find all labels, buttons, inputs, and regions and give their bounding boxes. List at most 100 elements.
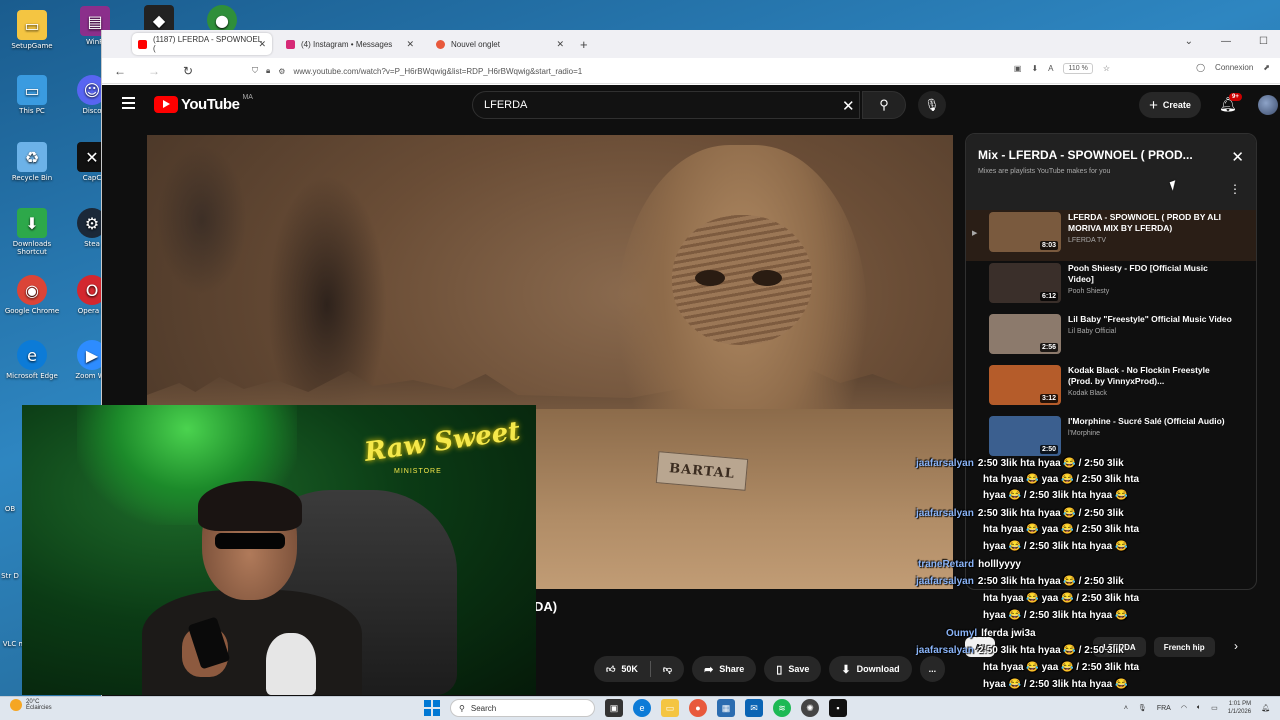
neon-sign-subtitle: MINISTORE bbox=[394, 468, 442, 475]
menu-icon[interactable] bbox=[122, 97, 135, 112]
webcam-person-body bbox=[142, 590, 362, 695]
more-actions-button[interactable]: ... bbox=[919, 656, 946, 682]
firefox-favicon-icon bbox=[436, 39, 445, 49]
desktop-icon-recycle-bin[interactable]: ♻ Recycle Bin bbox=[0, 142, 64, 182]
close-icon[interactable]: ✕ bbox=[1231, 148, 1244, 166]
notifications-icon[interactable]: 🔔︎ bbox=[1261, 704, 1270, 712]
download-icon: ⬇ bbox=[841, 663, 851, 676]
edge-icon[interactable]: e bbox=[633, 699, 651, 717]
chevron-right-icon[interactable]: › bbox=[1234, 639, 1238, 653]
plus-icon: + bbox=[1149, 96, 1158, 114]
clock[interactable]: 1:01 PM 1/1/2026 bbox=[1228, 700, 1251, 716]
video-sand-mask bbox=[672, 215, 812, 345]
picture-in-picture-icon[interactable]: ▣ bbox=[1014, 64, 1022, 73]
video-actions: 👍︎ 50K 👎︎ ➦ Share ▯ Save ⬇ Download ... bbox=[594, 656, 946, 682]
tab-youtube[interactable]: (1187) LFERDA - SPOWNOEL ( ✕ bbox=[132, 33, 272, 55]
monitor-icon: ▭ bbox=[17, 75, 47, 105]
neon-sign: Raw Sweet bbox=[362, 416, 523, 468]
firefox-icon[interactable]: ● bbox=[689, 699, 707, 717]
video-thumbnail: 2:56 bbox=[989, 314, 1061, 354]
desktop-icon-this-pc[interactable]: ▭ This PC bbox=[0, 75, 64, 115]
microphone-icon[interactable]: 🎙︎ bbox=[1138, 704, 1147, 712]
dislike-button[interactable]: 👎︎ bbox=[651, 656, 684, 682]
maximize-icon[interactable]: ☐ bbox=[1259, 36, 1268, 47]
close-tab-icon[interactable]: ✕ bbox=[556, 39, 564, 50]
search-input[interactable]: LFERDA bbox=[472, 91, 860, 119]
webcam-person-hair bbox=[198, 481, 302, 531]
extensions-icon[interactable]: ⬈ bbox=[1263, 63, 1270, 72]
file-explorer-icon[interactable]: ▭ bbox=[661, 699, 679, 717]
reload-icon[interactable]: ↻ bbox=[180, 64, 196, 78]
store-icon[interactable]: ▦ bbox=[717, 699, 735, 717]
create-button[interactable]: + Create bbox=[1139, 92, 1201, 118]
voice-search-button[interactable]: 🎙︎ bbox=[918, 91, 946, 119]
account-area: ◯ Connexion ⬈ bbox=[1196, 63, 1270, 72]
zoom-level[interactable]: 110 % bbox=[1063, 63, 1093, 74]
translate-icon[interactable]: A bbox=[1048, 64, 1053, 73]
chip-all[interactable]: All bbox=[965, 637, 996, 657]
more-vert-icon[interactable]: ⋮ bbox=[1229, 182, 1241, 196]
search-button[interactable]: ⚲ bbox=[862, 91, 906, 119]
tab-instagram[interactable]: (4) Instagram • Messages ✕ bbox=[280, 33, 420, 55]
playlist-item[interactable]: 6:12 Pooh Shiesty - FDO [Official Music … bbox=[966, 261, 1256, 312]
playlist-title[interactable]: Mix - LFERDA - SPOWNOEL ( PROD... bbox=[978, 148, 1244, 162]
playlist-subtitle: Mixes are playlists YouTube makes for yo… bbox=[978, 168, 1111, 175]
forward-icon[interactable]: → bbox=[146, 64, 162, 78]
chip-lferda[interactable]: LFERDA bbox=[1093, 637, 1146, 657]
download-button[interactable]: ⬇ Download bbox=[829, 656, 912, 682]
minimize-icon[interactable]: — bbox=[1221, 36, 1231, 47]
video-title: DA) bbox=[534, 599, 558, 614]
close-tab-icon[interactable]: ✕ bbox=[258, 39, 266, 50]
spotify-icon[interactable]: ≋ bbox=[773, 699, 791, 717]
playlist-item[interactable]: 2:56 Lil Baby "Freestyle" Official Music… bbox=[966, 312, 1256, 363]
desktop-icon-edge[interactable]: e Microsoft Edge bbox=[0, 340, 64, 380]
save-page-icon[interactable]: ⬇ bbox=[1031, 64, 1038, 73]
video-thumbnail: 6:12 bbox=[989, 263, 1061, 303]
close-tab-icon[interactable]: ✕ bbox=[406, 39, 414, 50]
battery-icon[interactable]: ▭ bbox=[1211, 704, 1218, 712]
connexion-button[interactable]: Connexion bbox=[1215, 63, 1253, 72]
back-icon[interactable]: ← bbox=[112, 64, 128, 78]
playlist-item[interactable]: 2:50 l'Morphine - Sucré Salé (Official A… bbox=[966, 414, 1256, 465]
instagram-favicon-icon bbox=[286, 39, 295, 49]
task-view-icon[interactable]: ▣ bbox=[605, 699, 623, 717]
address-bar[interactable]: ⛉ 🔒︎ ⚙ www.youtube.com/watch?v=P_H6rBWqw… bbox=[252, 61, 1100, 81]
weather-widget[interactable]: 20°C Éclaircies bbox=[10, 699, 52, 711]
search-icon: ⚲ bbox=[879, 97, 889, 112]
desktop-icon-chrome[interactable]: ◉ Google Chrome bbox=[0, 275, 64, 315]
playlist-item[interactable]: ▶ 8:03 LFERDA - SPOWNOEL ( PROD BY ALI M… bbox=[966, 210, 1256, 261]
save-button[interactable]: ▯ Save bbox=[764, 656, 822, 682]
desktop-icon-setupgame[interactable]: ▭ SetupGame bbox=[0, 10, 64, 50]
playlist-item-channel: Lil Baby Official bbox=[1068, 328, 1117, 335]
playlist-item-channel: l'Morphine bbox=[1068, 430, 1101, 437]
windows-start-icon[interactable] bbox=[424, 700, 440, 716]
chatgpt-icon[interactable]: ✺ bbox=[801, 699, 819, 717]
chevron-up-icon[interactable]: ˄ bbox=[1124, 705, 1128, 712]
app-icon[interactable]: ▪ bbox=[829, 699, 847, 717]
video-eye bbox=[752, 270, 782, 286]
url-text[interactable]: www.youtube.com/watch?v=P_H6rBWqwig&list… bbox=[293, 67, 582, 76]
taskbar-apps: ⚲ Search ▣ e ▭ ● ▦ ✉ ≋ ✺ ▪ bbox=[424, 699, 847, 717]
list-tabs-icon[interactable]: ⌄ bbox=[1185, 36, 1193, 47]
outlook-icon[interactable]: ✉ bbox=[745, 699, 763, 717]
tab-new[interactable]: Nouvel onglet ✕ bbox=[430, 33, 570, 55]
account-icon: ◯ bbox=[1196, 63, 1206, 72]
youtube-logo[interactable]: YouTube MA bbox=[154, 94, 253, 113]
webcam-overlay: Raw Sweet MINISTORE bbox=[22, 405, 536, 695]
volume-icon[interactable]: 🔈︎ bbox=[1197, 704, 1201, 712]
bookmark-star-icon[interactable]: ☆ bbox=[1103, 64, 1110, 73]
wifi-icon[interactable]: ◠ bbox=[1181, 704, 1187, 712]
like-dislike-group: 👍︎ 50K 👎︎ bbox=[594, 656, 685, 682]
taskbar-search[interactable]: ⚲ Search bbox=[450, 699, 595, 717]
chip-french-hip[interactable]: French hip bbox=[1153, 637, 1215, 657]
new-tab-button[interactable]: + bbox=[580, 37, 588, 52]
like-button[interactable]: 👍︎ 50K bbox=[594, 656, 650, 682]
language-indicator[interactable]: FRA bbox=[1157, 705, 1171, 712]
desktop-icon-downloads[interactable]: ⬇ Downloads Shortcut bbox=[0, 208, 64, 256]
clear-search-icon[interactable]: ✕ bbox=[842, 97, 855, 115]
share-button[interactable]: ➦ Share bbox=[692, 656, 757, 682]
window-controls: ⌄ — ☐ bbox=[1185, 36, 1268, 47]
shield-icon: ⛉ bbox=[252, 66, 258, 75]
avatar[interactable] bbox=[1258, 95, 1278, 115]
playlist-item[interactable]: 3:12 Kodak Black - No Flockin Freestyle … bbox=[966, 363, 1256, 414]
